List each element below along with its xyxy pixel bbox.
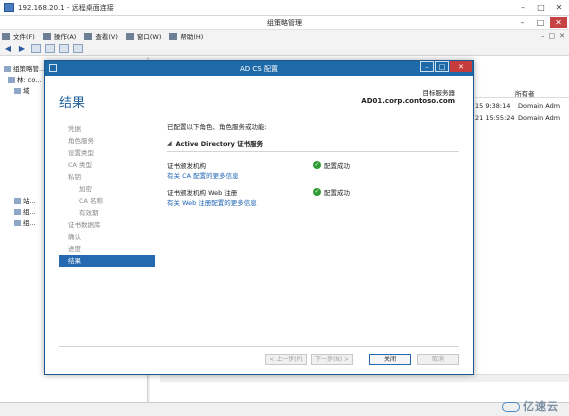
remote-desktop-icon: [4, 3, 14, 12]
dialog-title-bar[interactable]: AD CS 配置 – □ ✕: [45, 61, 473, 76]
help-toolbar-icon[interactable]: [73, 44, 83, 53]
gpm-maximize-button[interactable]: □: [532, 17, 549, 28]
dialog-minimize-button[interactable]: –: [420, 61, 434, 72]
rdp-title-bar: 192.168.20.1 - 远程桌面连接 – □ ✕: [0, 0, 569, 16]
more-info-link[interactable]: 有关 Web 注册配置的更多信息: [167, 197, 257, 207]
footer-divider: [59, 346, 459, 347]
tree-item-modeling[interactable]: 组...: [14, 206, 36, 216]
watermark: 亿速云: [502, 398, 559, 414]
nav-item-ca-type[interactable]: CA 类型: [59, 159, 155, 171]
page-title: 结果: [59, 96, 86, 111]
dialog-footer: < 上一步(P) 下一步(N) > 关闭 取消: [45, 346, 473, 374]
menu-help[interactable]: 帮助(H): [169, 31, 203, 41]
policy-icon: [4, 66, 11, 72]
dialog-close-button[interactable]: ✕: [450, 61, 472, 72]
nav-item-validity-period[interactable]: 有效期: [59, 207, 155, 219]
nav-item-credentials[interactable]: 凭据: [59, 123, 155, 135]
inner-close-button[interactable]: ✕: [559, 32, 565, 40]
results-icon: [14, 220, 21, 226]
file-icon: [2, 32, 10, 40]
section-title: Active Directory 证书服务: [175, 140, 264, 148]
status-bar: [0, 402, 569, 416]
nav-item-role-services[interactable]: 角色服务: [59, 135, 155, 147]
back-arrow-icon[interactable]: ◀: [3, 44, 13, 54]
rdp-close-button[interactable]: ✕: [551, 2, 567, 13]
section-header[interactable]: ◢ Active Directory 证书服务: [167, 138, 459, 152]
menu-file[interactable]: 文件(F): [2, 31, 35, 41]
up-folder-icon[interactable]: [31, 44, 41, 53]
details-scrollbar[interactable]: [160, 374, 569, 382]
nav-item-private-key[interactable]: 私钥: [59, 171, 155, 183]
row-modified-time: 15 9:38:14: [475, 102, 511, 110]
menu-view[interactable]: 查看(V): [84, 31, 118, 41]
summary-text: 已配置以下角色、角色服务或功能:: [167, 123, 267, 131]
rdp-title: 192.168.20.1 - 远程桌面连接: [18, 4, 114, 12]
dialog-title: AD CS 配置: [240, 65, 278, 73]
success-check-icon: ✓: [313, 188, 321, 196]
collapse-chevron-icon[interactable]: ◢: [167, 140, 172, 147]
tree-item-sites[interactable]: 站...: [14, 195, 36, 205]
role-status: ✓ 配置成功: [313, 187, 350, 197]
close-button[interactable]: 关闭: [369, 354, 411, 365]
nav-item-progress[interactable]: 进度: [59, 243, 155, 255]
help-icon: [169, 32, 178, 40]
gpm-toolbar: ◀ ▶: [0, 42, 569, 56]
nav-item-setup-type[interactable]: 设置类型: [59, 147, 155, 159]
result-row: 证书颁发机构 有关 CA 配置的更多信息 ✓ 配置成功: [167, 160, 459, 187]
result-row: 证书颁发机构 Web 注册 有关 Web 注册配置的更多信息 ✓ 配置成功: [167, 187, 459, 214]
sites-icon: [14, 198, 21, 204]
nav-item-certificate-database[interactable]: 证书数据库: [59, 219, 155, 231]
dialog-maximize-button[interactable]: □: [435, 61, 449, 72]
gpm-title: 组策略管理: [267, 19, 302, 27]
previous-button[interactable]: < 上一步(P): [265, 354, 307, 365]
menu-window[interactable]: 窗口(W): [125, 31, 161, 41]
role-name: 证书颁发机构 Web 注册: [167, 189, 238, 197]
forest-icon: [8, 77, 15, 83]
next-button[interactable]: 下一步(N) >: [311, 354, 353, 365]
wizard-nav: 凭据 角色服务 设置类型 CA 类型 私钥 加密 CA 名称 有效期 证书数据库…: [59, 123, 155, 267]
row-owner: Domain Adm: [518, 102, 561, 110]
nav-item-cryptography[interactable]: 加密: [59, 183, 155, 195]
rdp-minimize-button[interactable]: –: [515, 2, 531, 13]
target-server-value: AD01.corp.contoso.com: [361, 97, 455, 105]
nav-item-results[interactable]: 结果: [59, 255, 155, 267]
cloud-logo-icon: [502, 402, 520, 412]
row-modified-time: 21 15:55:24: [475, 114, 515, 122]
gpm-title-bar: 组策略管理 – □ ✕: [0, 16, 569, 30]
window-icon: [125, 32, 134, 40]
role-name: 证书颁发机构: [167, 162, 206, 170]
more-info-link[interactable]: 有关 CA 配置的更多信息: [167, 170, 239, 180]
role-status: ✓ 配置成功: [313, 160, 350, 170]
menu-action[interactable]: 操作(A): [42, 31, 76, 41]
nav-item-confirmation[interactable]: 确认: [59, 231, 155, 243]
tree-item-forest[interactable]: 林: co...: [8, 74, 41, 84]
target-server-label: 目标服务器: [422, 89, 456, 97]
inner-restore-button[interactable]: □: [549, 32, 556, 40]
tree-item-results[interactable]: 组...: [14, 217, 36, 227]
tree-item-root[interactable]: 组策略管...: [4, 63, 45, 73]
gpm-minimize-button[interactable]: –: [514, 17, 531, 28]
nav-item-ca-name[interactable]: CA 名称: [59, 195, 155, 207]
status-text: 配置成功: [324, 189, 350, 197]
results-content: 已配置以下角色、角色服务或功能: ◢ Active Directory 证书服务…: [167, 121, 459, 214]
cancel-button[interactable]: 取消: [417, 354, 459, 365]
modeling-icon: [14, 209, 21, 215]
adcs-config-dialog: AD CS 配置 – □ ✕ 结果 目标服务器 AD01.corp.contos…: [44, 60, 474, 375]
owner-column-header[interactable]: 所有者: [515, 88, 535, 98]
tree-item-domains[interactable]: 域: [14, 85, 30, 95]
row-owner: Domain Adm: [518, 114, 561, 122]
success-check-icon: ✓: [313, 161, 321, 169]
rdp-maximize-button[interactable]: □: [533, 2, 549, 13]
properties-icon[interactable]: [59, 44, 69, 53]
domain-icon: [14, 88, 21, 94]
view-icon: [84, 32, 93, 40]
forward-arrow-icon[interactable]: ▶: [17, 44, 27, 54]
gpm-menubar: 文件(F) 操作(A) 查看(V) 窗口(W) 帮助(H) – □ ✕: [0, 30, 569, 42]
gpm-close-button[interactable]: ✕: [550, 17, 567, 28]
show-tree-icon[interactable]: [45, 44, 55, 53]
action-icon: [42, 32, 51, 40]
inner-minimize-button[interactable]: –: [541, 32, 545, 40]
status-text: 配置成功: [324, 162, 350, 170]
